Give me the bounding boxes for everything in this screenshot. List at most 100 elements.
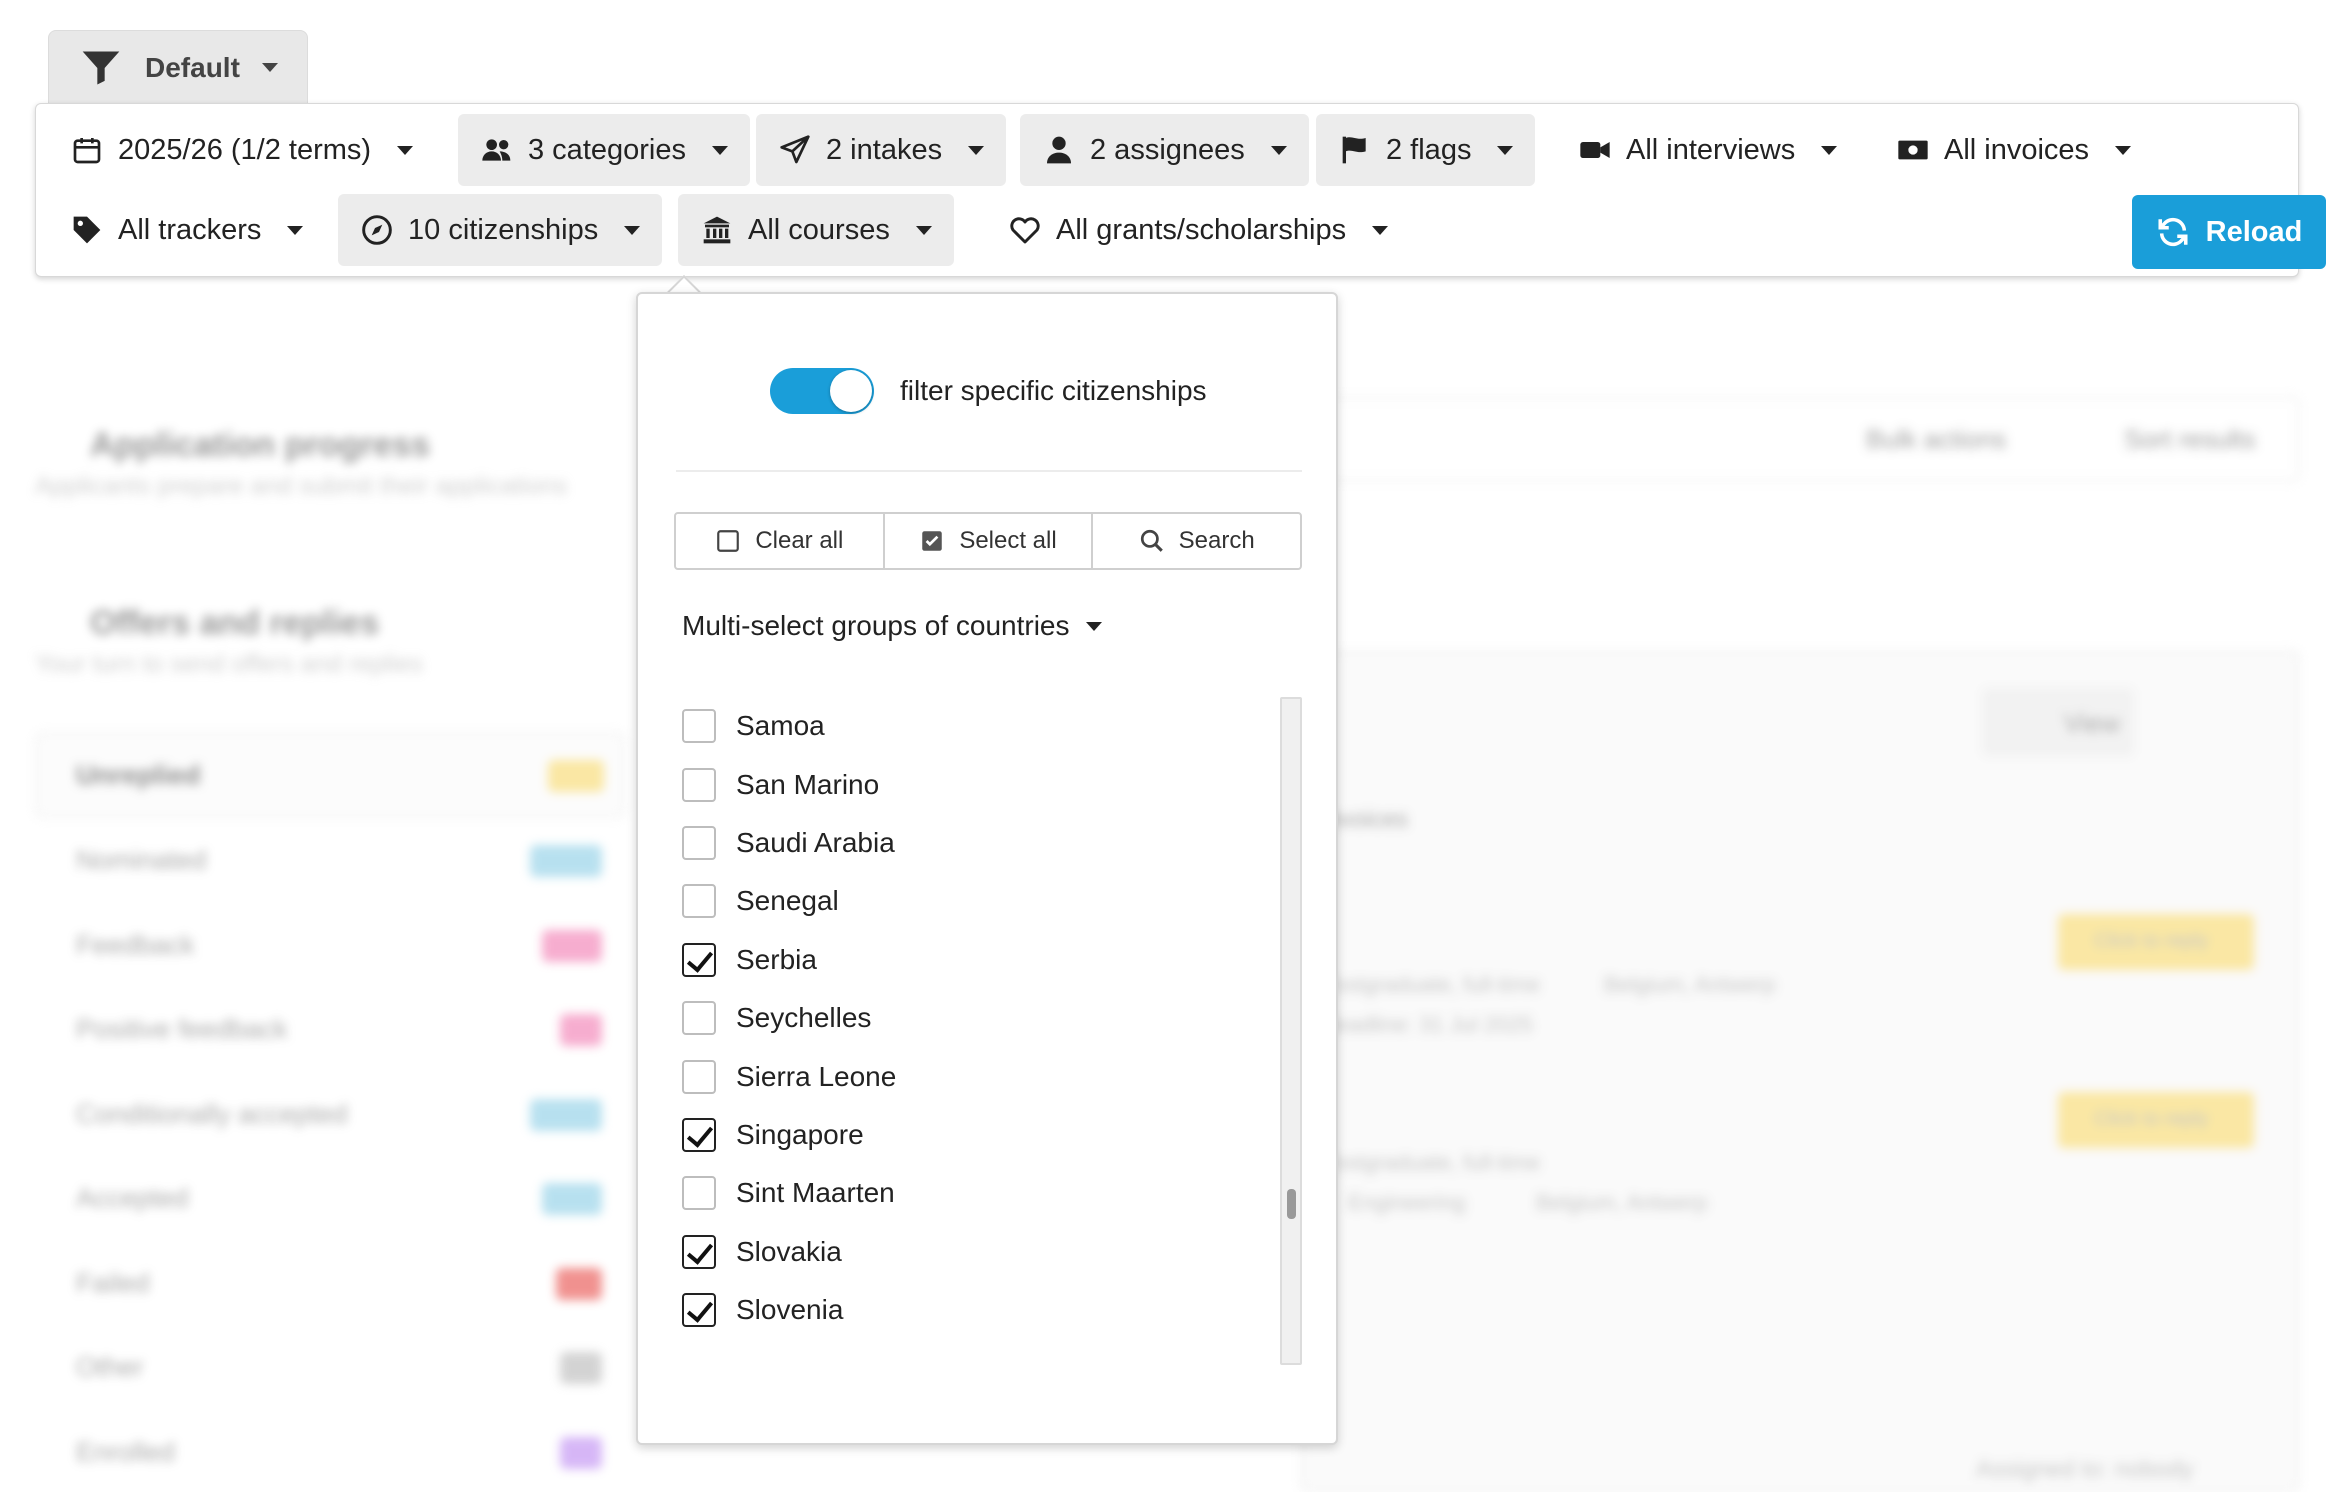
country-item-sierra-leone[interactable]: Sierra Leone — [682, 1047, 1242, 1105]
status-item-label[interactable]: Accepted — [76, 1183, 189, 1214]
country-item-saudi-arabia[interactable]: Saudi Arabia — [682, 814, 1242, 872]
country-item-seychelles[interactable]: Seychelles — [682, 989, 1242, 1047]
country-checkbox[interactable] — [682, 825, 716, 860]
country-checkbox[interactable] — [682, 1176, 716, 1211]
categories-filter[interactable]: 3 categories — [458, 114, 750, 186]
chevron-down-icon — [287, 225, 304, 235]
status-item-label[interactable]: Nominated — [76, 845, 207, 876]
invoices-filter-label: All invoices — [1944, 133, 2090, 166]
country-groups-label: Multi-select groups of countries — [682, 610, 1070, 641]
reload-button-label: Reload — [2205, 215, 2303, 248]
citizenships-filter-label: 10 citizenships — [408, 213, 599, 246]
view-button[interactable] — [1982, 688, 2134, 756]
search-label: Search — [1178, 527, 1255, 554]
chevron-down-icon — [1821, 145, 1838, 155]
country-item-slovenia[interactable]: Slovenia — [682, 1281, 1242, 1339]
status-item-label[interactable]: Unreplied — [76, 760, 201, 791]
status-item-label[interactable]: Other — [76, 1352, 144, 1383]
country-checkbox[interactable] — [682, 942, 716, 977]
country-checkbox[interactable] — [682, 1059, 716, 1094]
chevron-down-icon — [1497, 145, 1514, 155]
filter-bar: 2025/26 (1/2 terms) 3 categories 2 intak… — [35, 103, 2326, 277]
country-checkbox[interactable] — [682, 767, 716, 802]
money-bill-icon — [1896, 133, 1930, 167]
country-label: Seychelles — [736, 1002, 872, 1034]
categories-filter-label: 3 categories — [528, 133, 686, 166]
bulk-actions-button[interactable]: Bulk actions — [1866, 424, 2006, 455]
status-item-label[interactable]: Positive feedback — [76, 1014, 288, 1045]
search-button[interactable]: Search — [1093, 514, 1300, 568]
clear-all-button[interactable]: Clear all — [676, 514, 885, 568]
country-item-san-marino[interactable]: San Marino — [682, 755, 1242, 813]
clear-all-label: Clear all — [755, 527, 844, 554]
status-item-label[interactable]: Conditionally accepted — [76, 1099, 348, 1130]
filter-citizenships-toggle[interactable] — [770, 368, 874, 414]
status-count-badge — [548, 760, 604, 792]
chevron-down-icon — [624, 225, 641, 235]
grants-filter[interactable]: All grants/scholarships — [986, 194, 1410, 266]
view-button-label: View — [2064, 708, 2120, 738]
status-count-badge — [560, 1437, 602, 1469]
country-checkbox[interactable] — [682, 1293, 716, 1328]
chevron-down-icon — [968, 145, 985, 155]
chevron-down-icon — [1372, 225, 1389, 235]
country-item-samoa[interactable]: Samoa — [682, 697, 1242, 755]
country-label: Sierra Leone — [736, 1060, 897, 1092]
toggle-label: filter specific citizenships — [900, 375, 1207, 406]
country-list-scrollbar[interactable] — [1280, 697, 1302, 1365]
country-item-senegal[interactable]: Senegal — [682, 872, 1242, 930]
interviews-filter[interactable]: All interviews — [1556, 114, 1859, 186]
chevron-down-icon — [397, 145, 414, 155]
select-all-label: Select all — [959, 527, 1057, 554]
status-item-label[interactable]: Failed — [76, 1268, 150, 1299]
chevron-down-icon — [915, 225, 932, 235]
courses-filter[interactable]: All courses — [678, 194, 954, 266]
country-item-serbia[interactable]: Serbia — [682, 931, 1242, 989]
country-item-slovakia[interactable]: Slovakia — [682, 1223, 1242, 1281]
citizenships-popover: filter specific citizenships Clear all S… — [636, 292, 1338, 1445]
term-filter[interactable]: 2025/26 (1/2 terms) — [48, 114, 435, 186]
country-item-singapore[interactable]: Singapore — [682, 1106, 1242, 1164]
result-location: Belgium, Antwerp — [1536, 1190, 1708, 1215]
invoices-filter[interactable]: All invoices — [1874, 114, 2153, 186]
country-item-partial[interactable] — [682, 1339, 1242, 1347]
country-list: Samoa San Marino Saudi Arabia Senegal Se… — [682, 697, 1242, 1347]
status-list-highlight — [35, 732, 625, 818]
status-item-label[interactable]: Enrolled — [76, 1437, 175, 1468]
section-offers-title: Offers and replies — [90, 604, 380, 642]
country-checkbox[interactable] — [682, 709, 716, 744]
status-count-badge — [530, 845, 602, 877]
tag-icon — [70, 213, 104, 247]
country-checkbox[interactable] — [682, 1234, 716, 1269]
country-label: Saudi Arabia — [736, 826, 895, 858]
sort-results-button[interactable]: Sort results — [2124, 424, 2256, 455]
divider — [676, 470, 1302, 472]
status-count-badge — [560, 1352, 602, 1384]
click-to-reply-label: Click to reply — [2094, 930, 2209, 952]
section-application-progress-subtitle: Applicants prepare and submit their appl… — [35, 472, 568, 500]
country-checkbox[interactable] — [682, 1001, 716, 1036]
intakes-filter[interactable]: 2 intakes — [756, 114, 1007, 186]
country-item-sint-maarten[interactable]: Sint Maarten — [682, 1164, 1242, 1222]
chevron-down-icon — [2115, 145, 2132, 155]
country-checkbox[interactable] — [682, 884, 716, 919]
scrollbar-thumb[interactable] — [1287, 1189, 1296, 1219]
click-to-reply-button[interactable] — [2058, 914, 2254, 970]
courses-filter-label: All courses — [748, 213, 890, 246]
filter-preset-tab[interactable]: Default — [48, 30, 308, 104]
assignees-filter[interactable]: 2 assignees — [1020, 114, 1309, 186]
country-checkbox[interactable] — [682, 1117, 716, 1152]
status-item-label[interactable]: Feedback — [76, 930, 195, 961]
reload-button[interactable]: Reload — [2132, 195, 2326, 269]
result-course: Engineering — [1348, 1190, 1466, 1215]
flags-filter[interactable]: 2 flags — [1316, 114, 1536, 186]
click-to-reply-button[interactable] — [2058, 1092, 2254, 1148]
preset-label: Default — [145, 51, 240, 83]
citizenships-filter[interactable]: 10 citizenships — [338, 194, 663, 266]
select-all-button[interactable]: Select all — [885, 514, 1094, 568]
country-groups-dropdown[interactable]: Multi-select groups of countries — [682, 610, 1102, 642]
chevron-down-icon — [1085, 621, 1102, 631]
trackers-filter[interactable]: All trackers — [48, 194, 325, 266]
status-count-badge — [560, 1014, 602, 1046]
search-icon — [1140, 529, 1163, 552]
